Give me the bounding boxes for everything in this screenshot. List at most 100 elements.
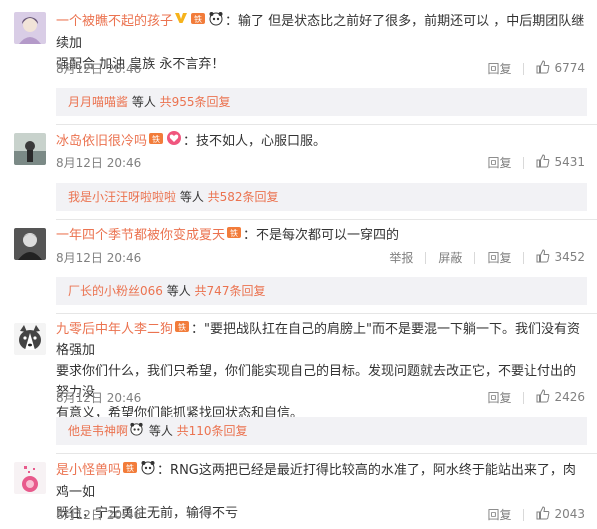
thumb-up-icon: [536, 60, 550, 77]
comment-time: 8月12日 20:46: [56, 156, 142, 170]
comment-separator: ：: [183, 134, 197, 149]
like-button[interactable]: 2043: [536, 506, 585, 523]
vip-v-icon: [174, 11, 188, 32]
reply-button[interactable]: 回复: [487, 60, 511, 77]
like-count: 3452: [554, 250, 585, 264]
avatar-icon: [14, 12, 46, 44]
action-divider: [474, 251, 476, 264]
comment-meta: 8月12日 20:46 回复 6774: [56, 60, 585, 78]
comment-text: 一年四个季节都被你变成夏天铁 ：不是每次都可以一穿四的: [56, 225, 585, 246]
avatar-icon: [14, 462, 46, 494]
reply-summary-user[interactable]: 他是韦神啊: [68, 424, 128, 438]
comment-meta: 8月12日 20:46 回复 2043: [56, 506, 585, 524]
comment-body-line1: 不是每次都可以一穿四的: [256, 228, 400, 243]
block-button[interactable]: 屏蔽: [438, 249, 462, 266]
comment-time: 8月12日 20:46: [56, 251, 142, 265]
comment-divider: [56, 313, 597, 314]
comment-body-line1: 技不如人，心服口服。: [196, 134, 327, 149]
like-button[interactable]: 6774: [536, 60, 585, 77]
comment-actions: 回复 2043: [487, 506, 585, 523]
comment-actions: 举报 屏蔽 回复 3452: [389, 249, 585, 266]
like-button[interactable]: 3452: [536, 249, 585, 266]
reply-summary-user[interactable]: 月月喵喵酱: [68, 95, 128, 109]
like-count: 5431: [554, 155, 585, 169]
thumb-up-icon: [536, 506, 550, 523]
reply-summary-mid: 等人: [145, 424, 177, 438]
reply-summary-mid: 等人: [162, 284, 195, 298]
reply-button[interactable]: 回复: [487, 389, 511, 406]
comment-time: 8月12日 20:46: [56, 508, 142, 522]
svg-text:铁: 铁: [194, 14, 202, 24]
reply-summary-mid: 等人: [176, 190, 208, 204]
like-count: 2426: [554, 390, 585, 404]
svg-text:铁: 铁: [178, 322, 186, 332]
reply-summary-user[interactable]: 我是小汪汪呀啦啦啦: [68, 190, 176, 204]
action-divider: [523, 391, 525, 404]
avatar[interactable]: [14, 12, 46, 44]
like-button[interactable]: 2426: [536, 389, 585, 406]
like-count: 6774: [554, 61, 585, 75]
avatar-icon: [14, 228, 46, 260]
reply-summary-count[interactable]: 共955条回复: [160, 95, 231, 109]
comment-divider: [56, 219, 597, 220]
fan-badge-icon: 铁: [148, 131, 164, 152]
reply-button[interactable]: 回复: [487, 249, 511, 266]
comment-separator: ：: [157, 463, 171, 478]
comment-actions: 回复 6774: [487, 60, 585, 77]
heart-emoji-icon: [166, 130, 182, 153]
panda-emoji-icon: [129, 418, 144, 446]
reply-summary-count[interactable]: 共110条回复: [177, 424, 248, 438]
avatar-icon: [14, 323, 46, 355]
reply-summary-user[interactable]: 厂长的小粉丝066: [68, 284, 163, 298]
action-divider: [523, 62, 525, 75]
fan-badge-icon: 铁: [190, 11, 206, 32]
comment-username[interactable]: 一年四个季节都被你变成夏天: [56, 228, 225, 243]
reply-summary[interactable]: 厂长的小粉丝066 等人 共747条回复: [56, 277, 587, 305]
comment-username[interactable]: 是小怪兽吗: [56, 463, 121, 478]
like-count: 2043: [554, 507, 585, 521]
reply-summary-count[interactable]: 共747条回复: [195, 284, 266, 298]
comment-separator: ：: [243, 228, 257, 243]
reply-summary[interactable]: 我是小汪汪呀啦啦啦 等人 共582条回复: [56, 183, 587, 211]
comment-divider: [56, 124, 597, 125]
fan-badge-icon: 铁: [174, 319, 190, 340]
comment-time: 8月12日 20:46: [56, 391, 142, 405]
reply-summary[interactable]: 他是韦神啊 等人 共110条回复: [56, 417, 587, 445]
comment-meta: 8月12日 20:46 举报 屏蔽 回复 3452: [56, 249, 585, 267]
avatar[interactable]: [14, 133, 46, 165]
reply-summary[interactable]: 月月喵喵酱 等人 共955条回复: [56, 88, 587, 116]
panda-emoji-icon: [208, 10, 224, 33]
reply-button[interactable]: 回复: [487, 506, 511, 523]
comment-meta: 8月12日 20:46 回复 2426: [56, 389, 585, 407]
comment-meta: 8月12日 20:46 回复 5431: [56, 154, 585, 172]
avatar[interactable]: [14, 323, 46, 355]
comment-actions: 回复 5431: [487, 154, 585, 171]
avatar[interactable]: [14, 462, 46, 494]
action-divider: [523, 251, 525, 264]
comment-username[interactable]: 一个被瞧不起的孩子: [56, 14, 173, 29]
comment-username[interactable]: 冰岛依旧很冷吗: [56, 134, 147, 149]
thumb-up-icon: [536, 154, 550, 171]
comment-separator: ：: [191, 322, 205, 337]
comment-actions: 回复 2426: [487, 389, 585, 406]
action-divider: [523, 156, 525, 169]
panda-emoji-icon: [140, 459, 156, 482]
svg-text:铁: 铁: [126, 463, 134, 473]
svg-text:铁: 铁: [152, 134, 160, 144]
comment-separator: ：: [225, 14, 239, 29]
report-button[interactable]: 举报: [389, 249, 413, 266]
comment-text: 冰岛依旧很冷吗铁 ：技不如人，心服口服。: [56, 130, 585, 153]
reply-summary-count[interactable]: 共582条回复: [208, 190, 279, 204]
comment-username[interactable]: 九零后中年人李二狗: [56, 322, 173, 337]
thumb-up-icon: [536, 249, 550, 266]
comment-divider: [56, 453, 597, 454]
fan-badge-icon: 铁: [122, 460, 138, 481]
fan-badge-icon: 铁: [226, 225, 242, 246]
svg-text:铁: 铁: [230, 228, 238, 238]
like-button[interactable]: 5431: [536, 154, 585, 171]
comment-time: 8月12日 20:46: [56, 62, 142, 76]
reply-button[interactable]: 回复: [487, 154, 511, 171]
action-divider: [523, 508, 525, 521]
comment-text: 九零后中年人李二狗铁："要把战队扛在自己的肩膀上"而不是要混一下躺一下。我们没有…: [56, 319, 585, 424]
avatar[interactable]: [14, 228, 46, 260]
